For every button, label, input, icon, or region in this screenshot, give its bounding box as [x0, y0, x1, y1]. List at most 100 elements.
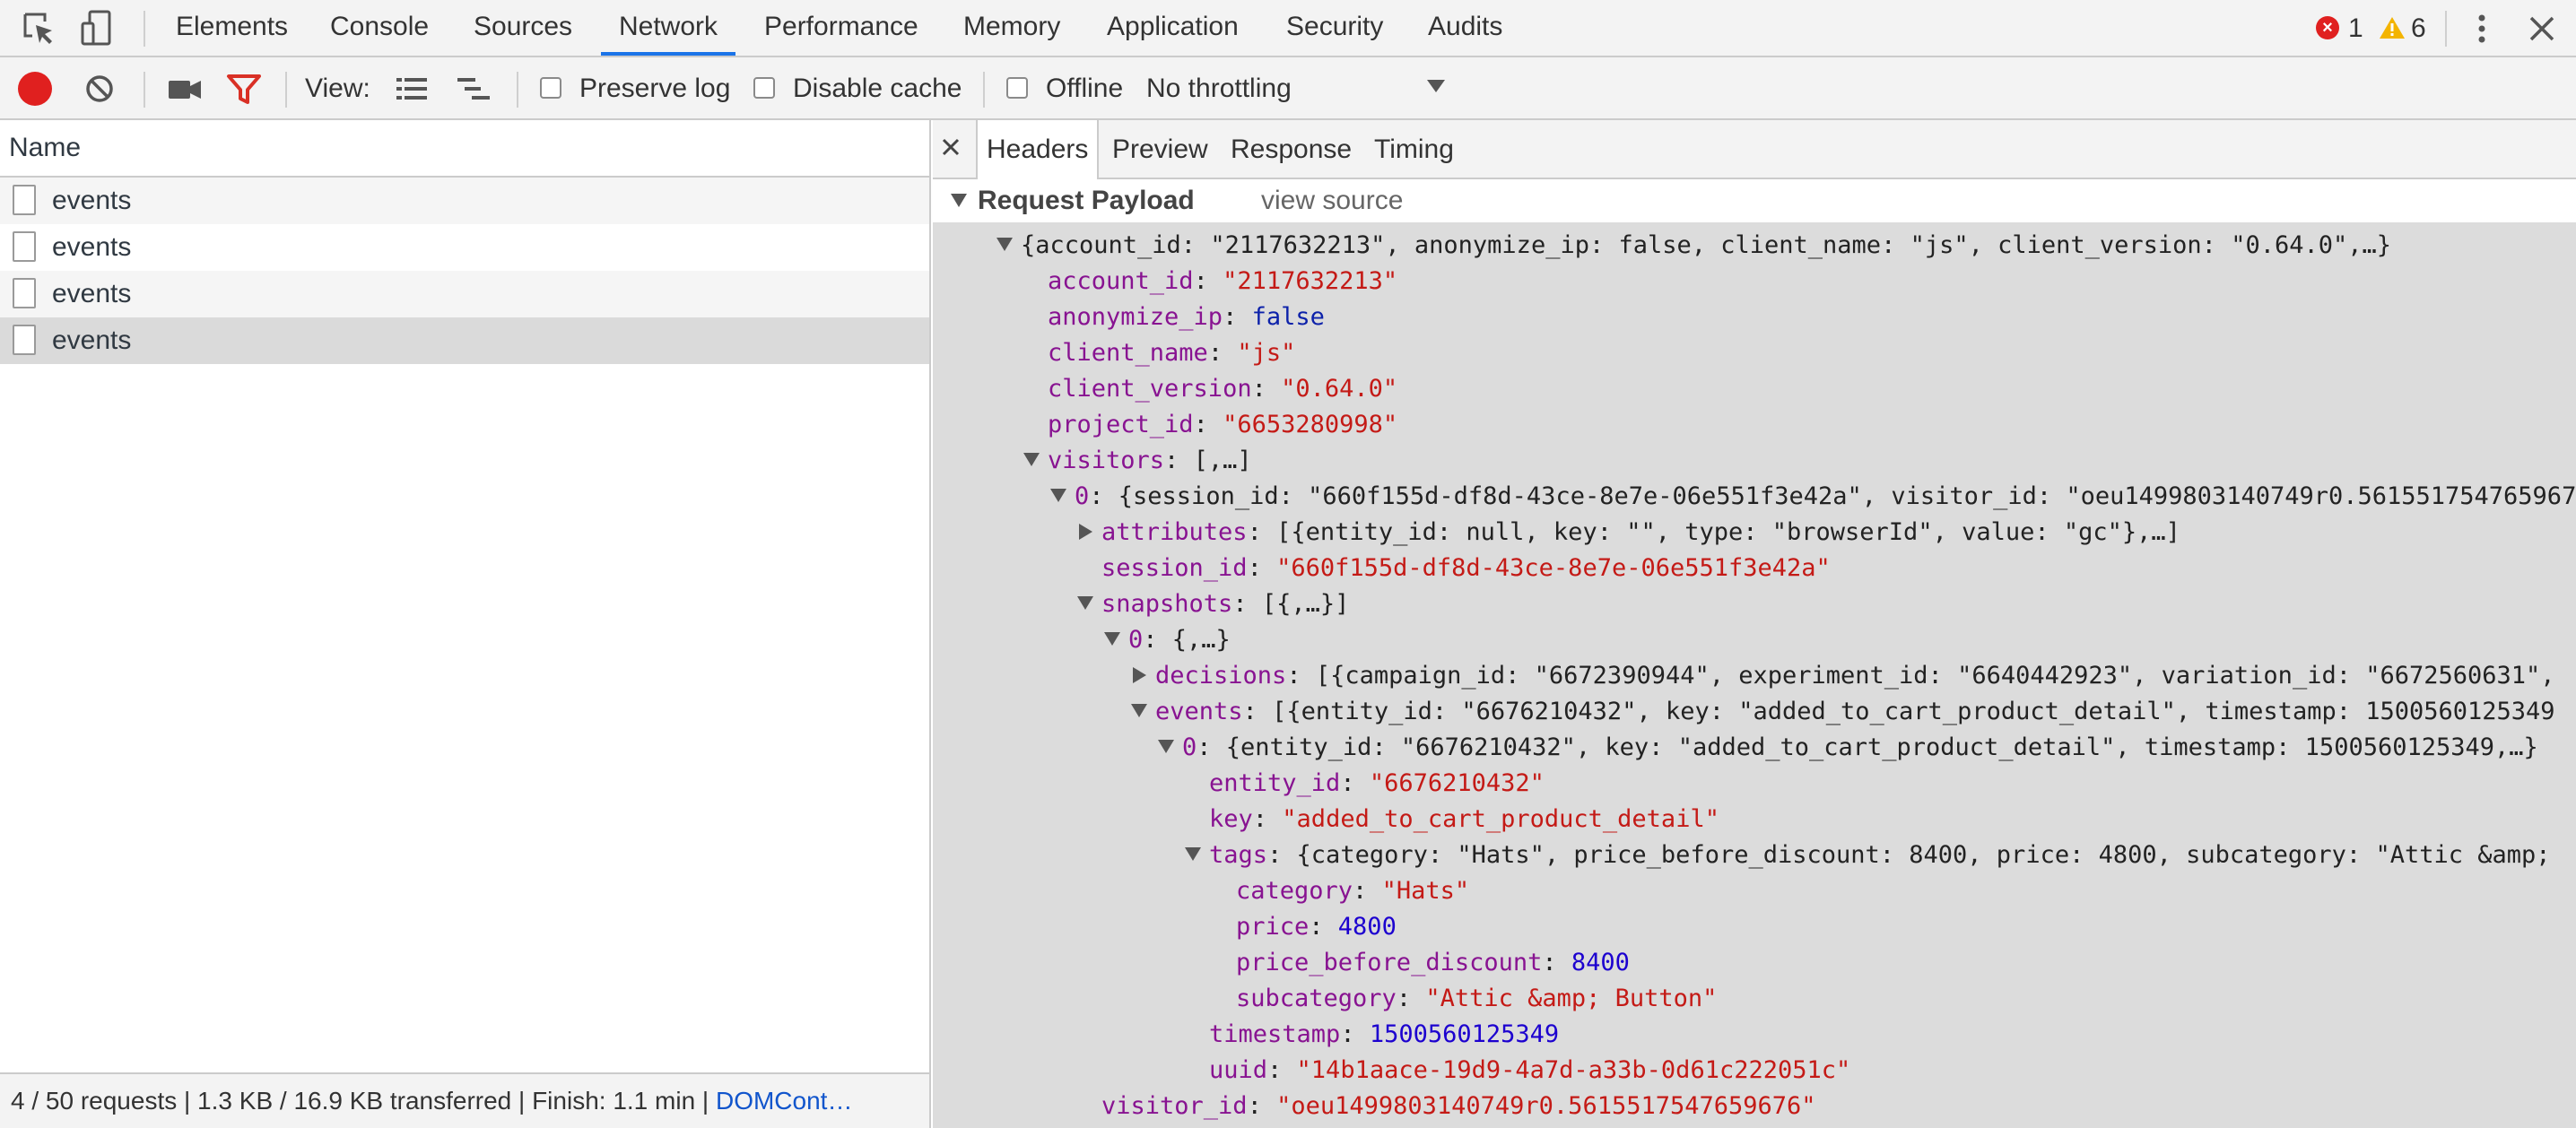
preserve-log-label[interactable]: Preserve log: [579, 57, 730, 120]
payload-node-decisions[interactable]: decisions: [{campaign_id: "6672390944", …: [1155, 658, 2555, 694]
tab-security[interactable]: Security: [1286, 0, 1383, 56]
payload-line: uuid: "14b1aace-19d9-4a7d-a33b-0d61c2220…: [1209, 1056, 1851, 1084]
name-column-header[interactable]: Name: [0, 120, 929, 178]
request-name: events: [52, 279, 132, 308]
payload-line: anonymize_ip: false: [1048, 303, 1325, 331]
request-row-selected[interactable]: events: [0, 317, 929, 364]
close-detail-icon[interactable]: [940, 136, 962, 158]
payload-node-visitor-0[interactable]: 0: {session_id: "660f155d-df8d-43ce-8e7e…: [1075, 479, 2576, 515]
inspect-element-icon[interactable]: [22, 11, 57, 47]
tab-headers[interactable]: Headers: [976, 120, 1100, 179]
payload-node-snapshots[interactable]: snapshots: [{,…}]: [1101, 586, 1349, 622]
payload-line: category: "Hats": [1236, 877, 1470, 905]
close-devtools-icon[interactable]: [2526, 13, 2558, 45]
offline-label[interactable]: Offline: [1046, 57, 1123, 120]
view-source-link[interactable]: view source: [1261, 179, 1403, 222]
filter-icon[interactable]: [226, 74, 262, 106]
triangle-down-icon: [951, 194, 967, 207]
tab-performance[interactable]: Performance: [764, 0, 918, 56]
tab-elements[interactable]: Elements: [176, 0, 288, 56]
payload-line: timestamp: 1500560125349: [1209, 1020, 1560, 1048]
request-payload-header[interactable]: Request Payload view source: [933, 179, 2576, 222]
payload-node-attributes[interactable]: attributes: [{entity_id: null, key: "", …: [1101, 515, 2180, 551]
more-options-icon[interactable]: [2468, 11, 2495, 47]
domcontentloaded-link[interactable]: DOMCont…: [716, 1087, 852, 1115]
payload-line: entity_id: "6676210432": [1209, 769, 1545, 797]
clear-icon[interactable]: [84, 74, 115, 104]
separator: [144, 11, 145, 47]
section-title: Request Payload: [978, 186, 1195, 215]
tab-application[interactable]: Application: [1107, 0, 1239, 56]
tab-network[interactable]: Network: [601, 0, 736, 56]
payload-node-events[interactable]: events: [{entity_id: "6676210432", key: …: [1155, 694, 2555, 730]
device-toolbar-icon[interactable]: [79, 9, 115, 48]
document-icon: [13, 185, 36, 215]
triangle-down-icon[interactable]: [1104, 632, 1120, 646]
request-name: events: [52, 325, 132, 355]
separator: [2445, 11, 2447, 47]
screenshot-camera-icon[interactable]: [167, 77, 203, 102]
triangle-down-icon[interactable]: [1050, 489, 1066, 502]
triangle-right-icon[interactable]: [1133, 667, 1146, 683]
triangle-down-icon[interactable]: [1185, 847, 1201, 861]
disable-cache-checkbox[interactable]: [753, 77, 775, 99]
payload-line: project_id: "6653280998": [1048, 411, 1398, 438]
disable-cache-label[interactable]: Disable cache: [793, 57, 962, 120]
payload-line: visitor_id: "oeu1499803140749r0.56155175…: [1101, 1092, 1816, 1120]
tab-timing[interactable]: Timing: [1374, 120, 1454, 179]
tab-memory[interactable]: Memory: [963, 0, 1060, 56]
document-icon: [13, 278, 36, 308]
triangle-down-icon[interactable]: [1023, 453, 1040, 466]
payload-node-snapshot-0[interactable]: 0: {,…}: [1128, 622, 1231, 658]
throttling-select[interactable]: No throttling: [1146, 57, 1292, 120]
tab-audits[interactable]: Audits: [1428, 0, 1502, 56]
triangle-down-icon[interactable]: [1158, 740, 1174, 753]
error-icon: ×: [2316, 16, 2339, 39]
triangle-down-icon[interactable]: [1077, 596, 1093, 610]
payload-line: price_before_discount: 8400: [1236, 949, 1630, 976]
payload-node-tags[interactable]: tags: {category: "Hats", price_before_di…: [1209, 837, 2551, 873]
payload-line: client_version: "0.64.0": [1048, 375, 1398, 403]
preserve-log-checkbox[interactable]: [540, 77, 561, 99]
triangle-down-icon[interactable]: [996, 238, 1013, 251]
payload-line: subcategory: "Attic &amp; Button": [1236, 985, 1718, 1012]
summary-text: 4 / 50 requests | 1.3 KB / 16.9 KB trans…: [11, 1087, 716, 1115]
triangle-down-icon[interactable]: [1131, 704, 1147, 717]
tab-sources[interactable]: Sources: [474, 0, 572, 56]
large-rows-icon[interactable]: [395, 75, 429, 102]
tab-response[interactable]: Response: [1231, 120, 1352, 179]
separator: [285, 72, 287, 108]
separator: [517, 72, 518, 108]
request-row[interactable]: events: [0, 224, 929, 271]
error-count: 1: [2348, 13, 2363, 43]
document-icon: [13, 325, 36, 355]
warning-icon: [2380, 17, 2405, 39]
record-button[interactable]: [18, 72, 52, 106]
tab-console[interactable]: Console: [330, 0, 429, 56]
payload-node-visitors[interactable]: visitors: [,…]: [1048, 443, 1252, 479]
warning-counter[interactable]: 6: [2379, 11, 2450, 47]
network-summary-bar: 4 / 50 requests | 1.3 KB / 16.9 KB trans…: [0, 1072, 929, 1128]
payload-line: account_id: "2117632213": [1048, 267, 1398, 295]
view-label: View:: [305, 74, 370, 103]
separator: [983, 72, 985, 108]
request-row[interactable]: events: [0, 271, 929, 317]
triangle-right-icon[interactable]: [1079, 524, 1092, 540]
offline-checkbox[interactable]: [1006, 77, 1028, 99]
payload-root[interactable]: {account_id: "2117632213", anonymize_ip:…: [1021, 228, 2391, 264]
document-icon: [13, 231, 36, 262]
tab-preview[interactable]: Preview: [1112, 120, 1208, 179]
payload-line: price: 4800: [1236, 913, 1397, 941]
payload-node-event-0[interactable]: 0: {entity_id: "6676210432", key: "added…: [1182, 730, 2538, 766]
request-row[interactable]: events: [0, 178, 929, 224]
request-name: events: [52, 232, 132, 262]
payload-line: key: "added_to_cart_product_detail": [1209, 805, 1719, 833]
chevron-down-icon[interactable]: [1426, 79, 1446, 93]
payload-line: client_name: "js": [1048, 339, 1296, 367]
separator: [144, 72, 145, 108]
overview-waterfall-icon[interactable]: [456, 75, 492, 102]
error-counter[interactable]: × 1: [2316, 11, 2388, 47]
warning-count: 6: [2411, 13, 2426, 43]
request-name: events: [52, 186, 132, 215]
payload-line: session_id: "660f155d-df8d-43ce-8e7e-06e…: [1101, 554, 1831, 582]
